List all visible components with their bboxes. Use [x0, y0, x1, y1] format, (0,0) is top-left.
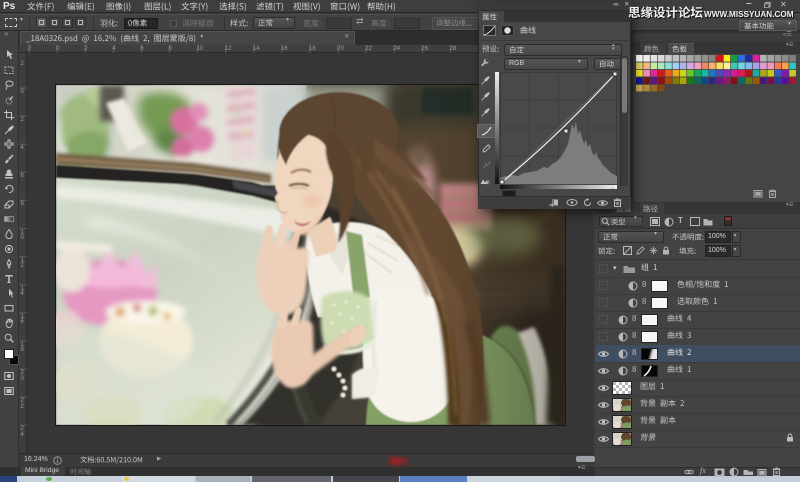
svg-text:A: A [486, 181, 490, 186]
